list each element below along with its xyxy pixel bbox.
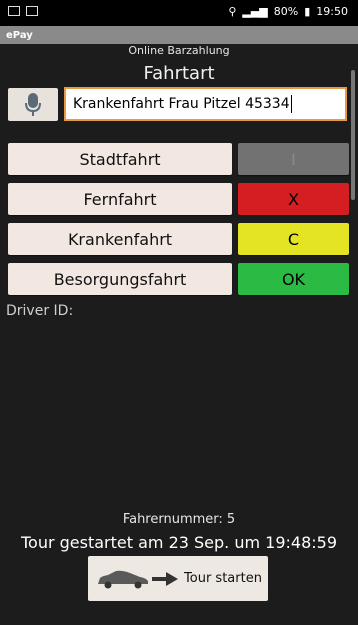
tour-start-button[interactable]: Tour starten: [88, 556, 268, 601]
trip-description-value: Krankenfahrt Frau Pitzel 45334: [73, 96, 290, 112]
notification-icons: [8, 6, 38, 16]
location-icon: ⚲: [228, 5, 237, 18]
signal-icon: ▂▄▆: [242, 5, 268, 18]
driver-id-label: Driver ID:: [6, 303, 74, 319]
i-button[interactable]: I: [238, 143, 349, 175]
clear-c-button[interactable]: C: [238, 223, 349, 255]
microphone-icon: [25, 92, 41, 116]
tour-status: Tour gestartet am 23 Sep. um 19:48:59: [20, 533, 338, 552]
battery-icon: ▮: [304, 5, 311, 18]
page-title: Fahrtart: [143, 63, 215, 84]
ok-button[interactable]: OK: [238, 263, 349, 295]
status-bar: ⚲ ▂▄▆ 80% ▮ 19:50: [0, 0, 358, 26]
page-subtitle: Online Barzahlung: [128, 44, 230, 57]
app-title: ePay: [6, 29, 33, 41]
text-cursor: [290, 95, 292, 113]
cancel-x-button[interactable]: X: [238, 183, 349, 215]
app-title-bar: ePay: [0, 26, 358, 44]
tour-start-label: Tour starten: [184, 571, 262, 586]
scrollbar[interactable]: [351, 70, 355, 200]
car-arrow-icon: [98, 570, 179, 588]
driver-number: Fahrernummer: 5: [122, 512, 236, 527]
image-icon: [26, 6, 38, 16]
stadtfahrt-button[interactable]: Stadtfahrt: [8, 143, 232, 175]
screenshot-icon: [8, 6, 20, 16]
voice-input-button[interactable]: [8, 88, 58, 121]
krankenfahrt-button[interactable]: Krankenfahrt: [8, 223, 232, 255]
fernfahrt-button[interactable]: Fernfahrt: [8, 183, 232, 215]
clock: 19:50: [316, 5, 348, 18]
trip-description-input[interactable]: Krankenfahrt Frau Pitzel 45334: [64, 87, 347, 121]
battery-percent: 80%: [273, 5, 299, 18]
besorgungsfahrt-button[interactable]: Besorgungsfahrt: [8, 263, 232, 295]
